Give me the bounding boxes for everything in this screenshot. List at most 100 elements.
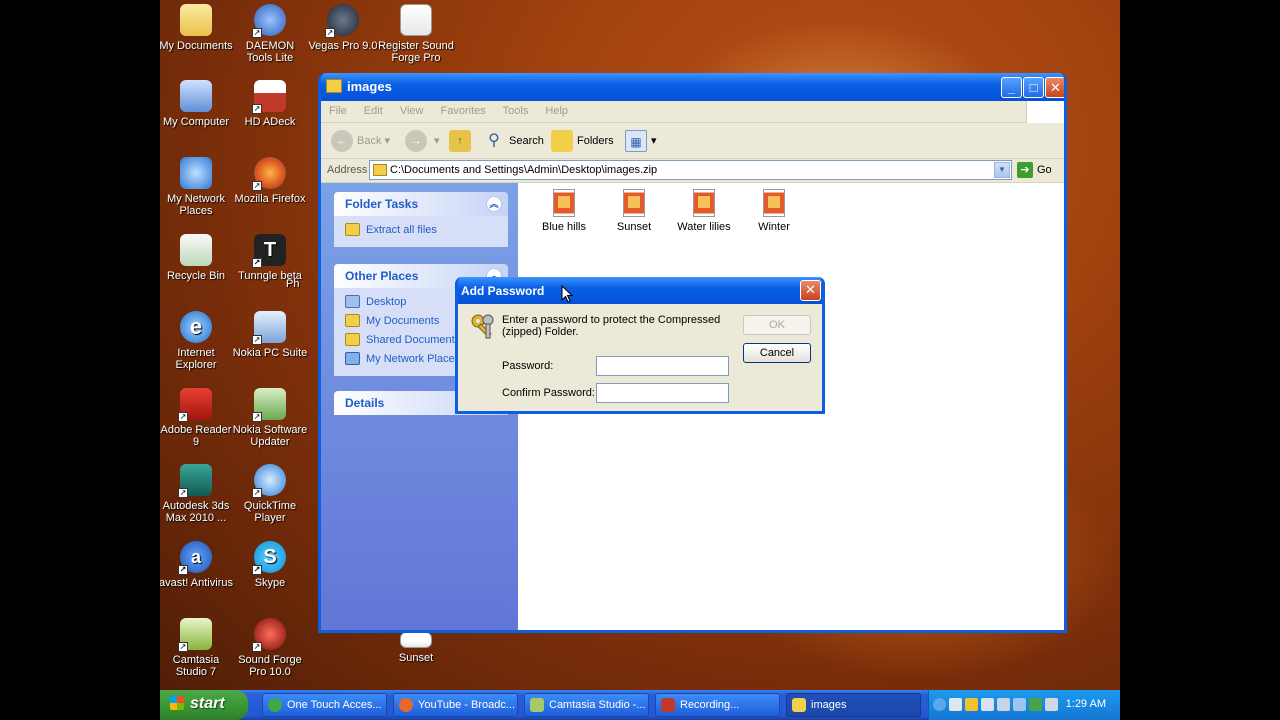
recycle-bin-icon: [180, 234, 212, 266]
desktop-icon-skype[interactable]: S ↗ Skype: [232, 541, 308, 589]
menu-help[interactable]: Help: [545, 105, 568, 117]
taskbar-item[interactable]: One Touch Acces...: [262, 693, 387, 717]
folders-button[interactable]: Folders: [551, 129, 614, 153]
dialog-close-button[interactable]: ✕: [800, 280, 821, 301]
password-field[interactable]: [596, 356, 729, 376]
forward-arrow-icon: →: [405, 130, 427, 153]
file-item[interactable]: Winter: [739, 189, 809, 233]
search-button[interactable]: ⚲ Search: [483, 129, 544, 153]
desktop-icon-firefox[interactable]: ↗ Mozilla Firefox: [232, 157, 308, 205]
menu-tools[interactable]: Tools: [503, 105, 529, 117]
image-file-icon: [623, 189, 645, 217]
desktop-icon-my-documents[interactable]: My Documents: [160, 4, 234, 52]
camtasia-icon: ↗: [178, 618, 212, 652]
desktop-icon-nokia-pc-suite[interactable]: ↗ Nokia PC Suite: [232, 311, 308, 359]
views-icon: ▦: [625, 130, 647, 153]
cancel-button[interactable]: Cancel: [743, 343, 811, 363]
back-arrow-icon: ←: [331, 130, 353, 153]
confirm-password-label: Confirm Password:: [502, 387, 595, 399]
taskbar-item[interactable]: Recording...: [655, 693, 780, 717]
menu-favorites[interactable]: Favorites: [441, 105, 486, 117]
dialog-titlebar[interactable]: Add Password ✕: [458, 277, 822, 304]
address-input[interactable]: C:\Documents and Settings\Admin\Desktop\…: [369, 160, 1012, 180]
maximize-button[interactable]: □: [1023, 77, 1044, 98]
desktop-icon-tunngle[interactable]: T ↗ Tunngle beta: [232, 234, 308, 282]
back-button[interactable]: ← Back ▾: [331, 129, 390, 153]
desktop-icon-my-network-places[interactable]: My Network Places: [160, 157, 234, 217]
extract-all-files-link[interactable]: Extract all files: [345, 222, 508, 241]
menu-file[interactable]: File: [329, 105, 347, 117]
views-button[interactable]: ▦ ▾: [625, 129, 657, 153]
tray-icon[interactable]: [997, 698, 1010, 711]
desktop-icon-register-sound-forge[interactable]: Register Sound Forge Pro: [378, 4, 454, 64]
menu-view[interactable]: View: [400, 105, 424, 117]
up-folder-icon: ↑: [449, 130, 471, 153]
file-item[interactable]: Blue hills: [529, 189, 599, 233]
tray-icon[interactable]: [1013, 698, 1026, 711]
volume-icon[interactable]: [1045, 698, 1058, 711]
window-titlebar[interactable]: images _ □ ✕: [321, 73, 1064, 101]
firefox-doc-icon: [400, 4, 432, 36]
dialog-message: Enter a password to protect the Compress…: [502, 314, 721, 338]
forward-button[interactable]: → ▾: [405, 129, 440, 153]
desktop-icon-quicktime[interactable]: ↗ QuickTime Player: [232, 464, 308, 524]
window-title: images: [347, 79, 392, 94]
address-bar: Address C:\Documents and Settings\Admin\…: [321, 159, 1064, 183]
search-icon: ⚲: [488, 132, 500, 150]
tray-icon[interactable]: [981, 698, 994, 711]
start-button[interactable]: start: [160, 690, 248, 720]
folder-icon: [792, 698, 806, 712]
close-button[interactable]: ✕: [1045, 77, 1064, 98]
folder-icon: [326, 79, 342, 93]
ok-button[interactable]: OK: [743, 315, 811, 335]
chevron-down-icon[interactable]: ▼: [994, 162, 1010, 178]
mouse-cursor-icon: [561, 285, 573, 303]
desktop-icon-vegas-pro[interactable]: ↗ Vegas Pro 9.0: [305, 4, 381, 52]
folder-icon: [345, 314, 360, 327]
shield-icon[interactable]: [965, 698, 978, 711]
tray-expand-icon[interactable]: [933, 698, 946, 711]
menu-edit[interactable]: Edit: [364, 105, 383, 117]
up-folder-button[interactable]: ↑: [449, 129, 475, 153]
dialog-title: Add Password: [461, 284, 545, 298]
minimize-button[interactable]: _: [1001, 77, 1022, 98]
sound-forge-icon: ↗: [252, 618, 286, 652]
desktop-icon: [345, 295, 360, 308]
desktop-icon-daemon-tools[interactable]: ↗ DAEMON Tools Lite: [232, 4, 308, 64]
file-item[interactable]: Sunset: [599, 189, 669, 233]
image-file-icon: [693, 189, 715, 217]
desktop-icon-sound-forge[interactable]: ↗ Sound Forge Pro 10.0: [232, 618, 308, 678]
folder-tasks-panel: Folder Tasks ︽ Extract all files: [334, 192, 508, 247]
system-tray: 1:29 AM: [928, 690, 1120, 720]
taskbar-item[interactable]: Camtasia Studio -...: [524, 693, 649, 717]
tray-icon[interactable]: [949, 698, 962, 711]
taskbar-item-active[interactable]: images: [786, 693, 921, 717]
desktop-icon-adobe-reader[interactable]: ↗ Adobe Reader 9: [160, 388, 234, 448]
taskbar-item[interactable]: YouTube - Broadc...: [393, 693, 518, 717]
desktop-icon-avast[interactable]: a ↗ avast! Antivirus: [160, 541, 234, 589]
file-item[interactable]: Water lilies: [669, 189, 739, 233]
folder-tasks-header[interactable]: Folder Tasks ︽: [334, 192, 508, 216]
go-button[interactable]: ➔ Go: [1017, 162, 1052, 178]
tray-icon[interactable]: [1029, 698, 1042, 711]
nokia-updater-icon: ↗: [252, 388, 286, 422]
collapse-icon[interactable]: ︽: [486, 196, 502, 212]
add-password-dialog: Add Password ✕ Enter a password to prote…: [455, 277, 825, 414]
desktop-icon-camtasia[interactable]: ↗ Camtasia Studio 7: [160, 618, 234, 678]
desktop-icon-recycle-bin[interactable]: Recycle Bin: [160, 234, 234, 282]
folders-icon: [551, 130, 573, 153]
confirm-password-field[interactable]: [596, 383, 729, 403]
desktop-icon-my-computer[interactable]: My Computer: [160, 80, 234, 128]
adobe-reader-icon: ↗: [178, 388, 212, 422]
folder-icon: [345, 333, 360, 346]
go-arrow-icon: ➔: [1017, 162, 1033, 178]
desktop-icon-nokia-software-updater[interactable]: ↗ Nokia Software Updater: [232, 388, 308, 448]
image-file-icon: [400, 632, 432, 648]
password-label: Password:: [502, 360, 554, 372]
windows-logo-icon: [1026, 101, 1064, 123]
desktop-icon-3ds-max[interactable]: ↗ Autodesk 3ds Max 2010 ...: [160, 464, 234, 524]
network-icon: [180, 157, 212, 189]
desktop-icon-hd-adeck[interactable]: ↗ HD ADeck: [232, 80, 308, 128]
desktop-icon-internet-explorer[interactable]: e Internet Explorer: [160, 311, 234, 371]
image-file-icon: [553, 189, 575, 217]
